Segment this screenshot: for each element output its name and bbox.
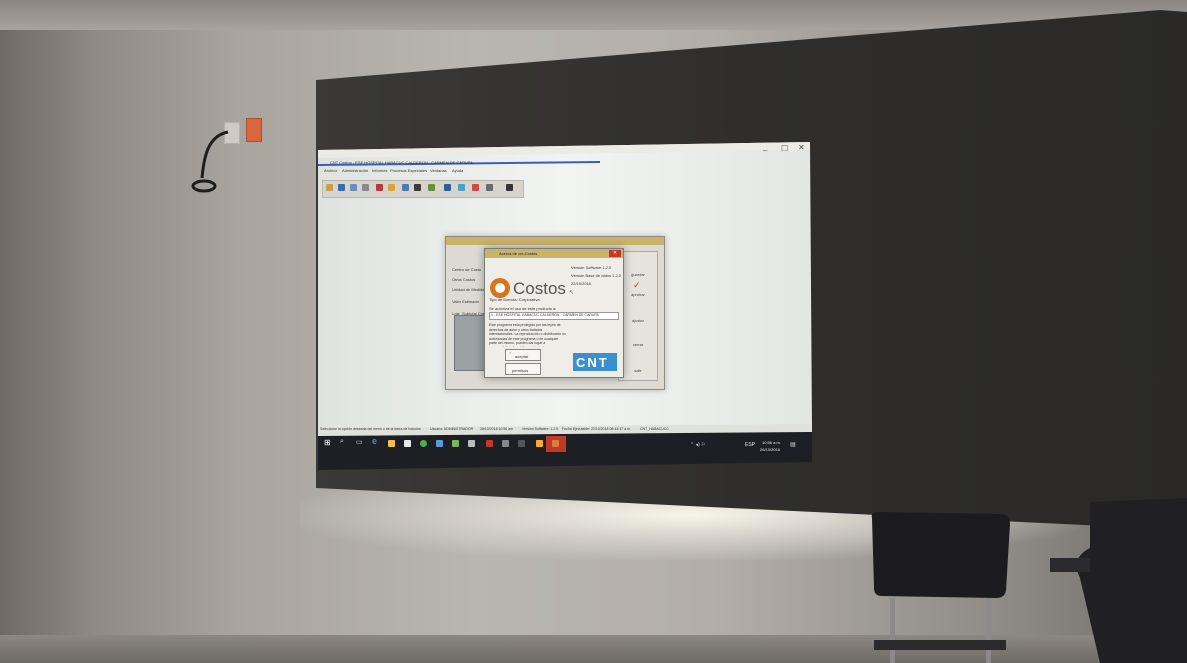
app-icon-c[interactable]: [468, 440, 475, 447]
accept-button[interactable]: ✓ aceptar: [505, 349, 541, 361]
status-hint: Seleccione la opción deseada del menú o …: [320, 427, 421, 431]
toolbar-icon-10[interactable]: [444, 184, 451, 191]
salir-button[interactable]: salir: [621, 368, 655, 373]
authorized-label: Se autoriza el uso de este producto a:: [489, 306, 557, 311]
toolbar-icon-5[interactable]: [376, 184, 383, 191]
window-title: CNT Costos - ESE HOSPITAL HABACUC CALDER…: [330, 160, 473, 165]
check-icon: ✓: [633, 280, 641, 290]
ajustar-button[interactable]: ajustar: [621, 318, 655, 323]
clock-time[interactable]: 10:56 a.m.: [762, 440, 781, 445]
menu-archivo[interactable]: Archivo: [324, 168, 337, 173]
legal-text: Este programa está protegido por las ley…: [489, 323, 567, 347]
about-close-button[interactable]: ✕: [609, 250, 621, 257]
field-label-otros-costos: Otros Costos: [452, 277, 476, 282]
toolbar-icon-13[interactable]: [486, 184, 493, 191]
release-date: 22/10/2018: [571, 281, 592, 286]
language-indicator[interactable]: ESP: [745, 442, 755, 448]
field-label-valor-estimado: Valor Estimado: [452, 299, 479, 304]
app-icon-a[interactable]: [436, 440, 443, 447]
about-titlebar: Acerca de cnt-Costos ✕: [485, 249, 623, 258]
about-title: Acerca de cnt-Costos: [499, 251, 538, 256]
permisos-button-label: permisos: [512, 368, 529, 373]
cerrar-button[interactable]: cerrar: [621, 342, 655, 347]
status-user: Usuario: ADMINISTRADOR: [430, 427, 474, 431]
windows-start-icon[interactable]: ⊞: [324, 438, 331, 447]
close-button[interactable]: ✕: [798, 143, 805, 152]
costos-logo-icon: [490, 278, 510, 298]
toolbar-icon-14[interactable]: [506, 184, 513, 191]
edge-icon[interactable]: e: [372, 436, 377, 446]
menu-procesos-especiales[interactable]: Procesos Especiales: [390, 168, 427, 173]
toolbar-icon-6[interactable]: [388, 184, 395, 191]
accept-button-label: aceptar: [515, 354, 529, 359]
toolbar-icon-4[interactable]: [362, 184, 369, 191]
maximize-button[interactable]: ☐: [781, 144, 788, 153]
toolbar-icon-2[interactable]: [338, 184, 345, 191]
search-icon[interactable]: ⌕: [340, 438, 344, 446]
mouse-cursor-icon: ↖: [569, 290, 575, 296]
app-icon-d[interactable]: [486, 440, 493, 447]
app-icon-g[interactable]: [536, 440, 543, 447]
license-type: Tipo de licencia: Corporativa: [489, 297, 540, 302]
cnt-brand-text: CNT: [576, 355, 609, 370]
chair-side: [1050, 498, 1187, 663]
status-software-version: Versión Software: 1.2.0: [522, 427, 559, 431]
aprobar-button[interactable]: aprobar: [621, 292, 655, 297]
guardar-button[interactable]: guardar: [621, 272, 655, 277]
version-database: Versión Base de datos 1.2.0: [571, 273, 622, 278]
back-dialog-buttons: guardar ✓ aprobar ajustar cerrar salir: [618, 251, 658, 381]
licensee-text: 1 - ESE HOSPITAL HABACUC CALDERON - CARM…: [491, 313, 599, 317]
toolbar-icon-8[interactable]: [414, 184, 421, 191]
menu-administracion[interactable]: Administración: [342, 168, 368, 173]
menu-informes[interactable]: Informes: [372, 168, 388, 173]
app-icon-b[interactable]: [452, 440, 459, 447]
status-executable-date: Fecha Ejecutable: 22/10/2018 08:43:37 a.…: [562, 427, 631, 431]
notification-icon[interactable]: ▤: [790, 441, 796, 448]
back-dialog-titlebar: [446, 237, 664, 245]
app-icon-f[interactable]: [518, 440, 525, 447]
toolbar-icon-12[interactable]: [472, 184, 479, 191]
menu-ayuda[interactable]: Ayuda: [452, 168, 463, 173]
field-label-unidad-medida: Unidad de Medida: [452, 287, 485, 292]
file-explorer-icon[interactable]: [388, 440, 395, 447]
cnt-costos-taskbar-icon[interactable]: [552, 440, 559, 447]
status-app: CNT_HABACUCC: [640, 427, 669, 431]
toolbar-icon-11[interactable]: [458, 184, 465, 191]
clock-date: 26/10/2018: [760, 447, 781, 452]
app-icon-e[interactable]: [502, 440, 509, 447]
task-view-icon[interactable]: ▭: [356, 438, 363, 446]
field-label-centro-costo: Centro de Costo: [452, 267, 482, 272]
minimize-button[interactable]: –: [763, 146, 767, 155]
toolbar-icon-9[interactable]: [428, 184, 435, 191]
chair-front: [871, 512, 1010, 663]
licensee-field: 1 - ESE HOSPITAL HABACUC CALDERON - CARM…: [489, 312, 619, 320]
toolbar-icon-1[interactable]: [326, 184, 333, 191]
permisos-button[interactable]: permisos: [505, 363, 541, 375]
toolbar-icon-3[interactable]: [350, 184, 357, 191]
chrome-icon[interactable]: [420, 440, 427, 447]
status-login: 26/10/2018 10:56 am: [480, 427, 514, 431]
menu-ventanas[interactable]: Ventanas: [430, 168, 447, 173]
tray-icons[interactable]: ⌃ ◂) ⚐: [690, 442, 706, 448]
costos-logo-text: Costos: [513, 279, 566, 298]
accept-check-icon: ✓: [509, 350, 513, 355]
about-dialog: Acerca de cnt-Costos ✕ Costos Versión So…: [484, 248, 624, 378]
version-software: Versión Software 1.2.0: [571, 265, 612, 270]
store-icon[interactable]: [404, 440, 411, 447]
toolbar-icon-7[interactable]: [402, 184, 409, 191]
cnt-brand-logo: CNT: [573, 353, 617, 371]
